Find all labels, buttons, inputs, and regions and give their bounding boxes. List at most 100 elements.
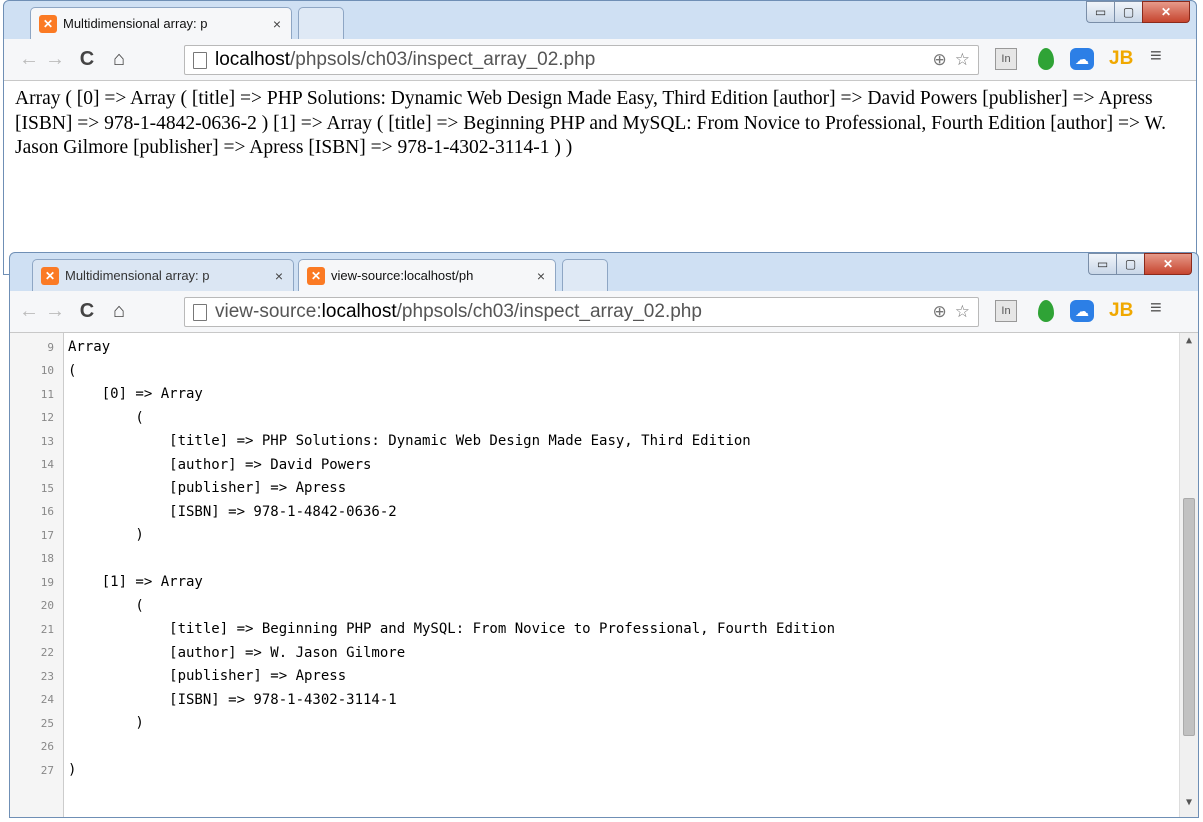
line-number: 23	[40, 669, 54, 683]
forward-arrow-icon[interactable]: →	[42, 48, 68, 71]
browser-toolbar: ← → C ⌂ view-source: localhost/phpsols/ch…	[10, 291, 1198, 333]
back-arrow-icon[interactable]: ←	[16, 48, 42, 71]
tab-multidimensional-array[interactable]: ✕ Multidimensional array: p ×	[32, 259, 294, 291]
tab-close-icon[interactable]: ×	[275, 268, 283, 284]
source-line: 27)	[10, 758, 77, 782]
line-number: 14	[40, 458, 54, 471]
tab-label: view-source:localhost/ph	[331, 268, 474, 283]
new-tab-button[interactable]	[298, 7, 344, 39]
menu-icon[interactable]: ≡	[1150, 45, 1162, 68]
zoom-icon[interactable]: ⊕	[933, 50, 947, 70]
window-controls: ▭ ▢ ✕	[1086, 1, 1190, 23]
url-path: /phpsols/ch03/inspect_array_02.php	[396, 301, 702, 322]
source-code-text: (	[68, 409, 144, 426]
minimize-button[interactable]: ▭	[1088, 253, 1116, 275]
source-code-text: )	[68, 715, 144, 731]
source-line: 19 [1] => Array	[10, 570, 203, 594]
new-tab-button[interactable]	[562, 259, 608, 291]
line-number: 21	[40, 622, 54, 636]
menu-icon[interactable]: ≡	[1150, 297, 1162, 320]
address-bar[interactable]: view-source: localhost/phpsols/ch03/inspe…	[184, 297, 979, 327]
reload-icon[interactable]: C	[74, 300, 100, 323]
maximize-button[interactable]: ▢	[1114, 1, 1142, 23]
bookmark-star-icon[interactable]: ☆	[955, 302, 970, 322]
source-line: 12 (	[10, 406, 144, 430]
browser-toolbar: ← → C ⌂ localhost/phpsols/ch03/inspect_a…	[4, 39, 1196, 81]
line-number: 16	[40, 505, 54, 518]
line-number: 17	[40, 528, 54, 542]
close-button[interactable]: ✕	[1142, 1, 1190, 23]
source-code-text: [ISBN] => 978-1-4842-0636-2	[68, 503, 397, 520]
line-number: 15	[40, 481, 54, 495]
source-code-text: [0] => Array	[68, 386, 203, 402]
source-code-text: [publisher] => Apress	[68, 668, 347, 684]
source-code-text: [publisher] => Apress	[68, 480, 347, 496]
jb-extension-icon[interactable]: JB	[1109, 48, 1133, 70]
home-icon[interactable]: ⌂	[106, 300, 132, 323]
back-arrow-icon[interactable]: ←	[16, 300, 42, 323]
source-line: 18	[10, 547, 68, 571]
source-line: 23 [publisher] => Apress	[10, 664, 346, 688]
window-controls: ▭ ▢ ✕	[1088, 253, 1192, 275]
line-number: 9	[47, 340, 54, 354]
tab-close-icon[interactable]: ×	[537, 268, 545, 284]
source-line: 15 [publisher] => Apress	[10, 476, 346, 500]
source-code-text: [author] => W. Jason Gilmore	[68, 644, 406, 661]
evernote-leaf-icon[interactable]	[1038, 300, 1054, 322]
url-prefix: view-source:	[215, 301, 322, 322]
tab-multidimensional-array[interactable]: ✕ Multidimensional array: p ×	[30, 7, 292, 39]
line-number: 18	[40, 552, 54, 565]
source-line: 14 [author] => David Powers	[10, 453, 372, 477]
source-line: 26	[10, 735, 68, 759]
line-number: 20	[40, 599, 54, 612]
extension-in-icon[interactable]: In	[995, 48, 1017, 70]
url-host: localhost	[215, 49, 290, 70]
home-icon[interactable]: ⌂	[106, 48, 132, 71]
cloud-extension-icon[interactable]: ☁	[1070, 300, 1094, 322]
forward-arrow-icon[interactable]: →	[42, 300, 68, 323]
source-line: 11 [0] => Array	[10, 382, 203, 406]
xampp-favicon-icon: ✕	[39, 14, 57, 33]
xampp-favicon-icon: ✕	[41, 266, 59, 285]
source-code-text: (	[68, 362, 77, 379]
line-number: 13	[40, 434, 54, 448]
source-view: ▲ ▼ 9 Array 10(11 [0] => Array 12 (13 [titl…	[10, 333, 1198, 817]
line-number: 24	[40, 693, 54, 706]
line-number: 11	[40, 387, 54, 401]
url-path: /phpsols/ch03/inspect_array_02.php	[290, 49, 596, 70]
source-code-text: [1] => Array	[68, 574, 203, 590]
zoom-icon[interactable]: ⊕	[933, 302, 947, 322]
tab-view-source[interactable]: ✕ view-source:localhost/ph ×	[298, 259, 556, 291]
address-bar[interactable]: localhost/phpsols/ch03/inspect_array_02.…	[184, 45, 979, 75]
reload-icon[interactable]: C	[74, 48, 100, 71]
source-code-text: )	[68, 762, 77, 778]
source-line: 16 [ISBN] => 978-1-4842-0636-2	[10, 500, 397, 524]
minimize-button[interactable]: ▭	[1086, 1, 1114, 23]
tab-label: Multidimensional array: p	[65, 268, 210, 283]
titlebar: ✕ Multidimensional array: p × ✕ view-sou…	[10, 253, 1198, 291]
bookmark-star-icon[interactable]: ☆	[955, 50, 970, 70]
url-host: localhost	[321, 301, 397, 322]
scroll-down-arrow-icon[interactable]: ▼	[1180, 797, 1198, 815]
close-button[interactable]: ✕	[1144, 253, 1192, 275]
line-number: 12	[40, 411, 54, 424]
source-code-text: [author] => David Powers	[68, 456, 372, 473]
source-line: 22 [author] => W. Jason Gilmore	[10, 641, 405, 665]
source-line: 13 [title] => PHP Solutions: Dynamic Web…	[10, 429, 751, 453]
line-number: 10	[40, 364, 54, 377]
source-code-text: [ISBN] => 978-1-4302-3114-1	[68, 691, 397, 708]
evernote-leaf-icon[interactable]	[1038, 48, 1054, 70]
scrollbar-thumb[interactable]	[1183, 498, 1195, 736]
scroll-up-arrow-icon[interactable]: ▲	[1180, 335, 1198, 353]
jb-extension-icon[interactable]: JB	[1109, 300, 1133, 322]
browser-window-rendered: ✕ Multidimensional array: p × ▭ ▢ ✕ ← → …	[3, 0, 1197, 275]
source-line: 9 Array	[10, 335, 110, 359]
line-number: 26	[40, 740, 54, 753]
vertical-scrollbar[interactable]: ▲ ▼	[1179, 333, 1198, 817]
source-line: 25 )	[10, 711, 144, 735]
cloud-extension-icon[interactable]: ☁	[1070, 48, 1094, 70]
source-line: 21 [title] => Beginning PHP and MySQL: F…	[10, 617, 835, 641]
tab-close-icon[interactable]: ×	[273, 16, 281, 32]
extension-in-icon[interactable]: In	[995, 300, 1017, 322]
maximize-button[interactable]: ▢	[1116, 253, 1144, 275]
